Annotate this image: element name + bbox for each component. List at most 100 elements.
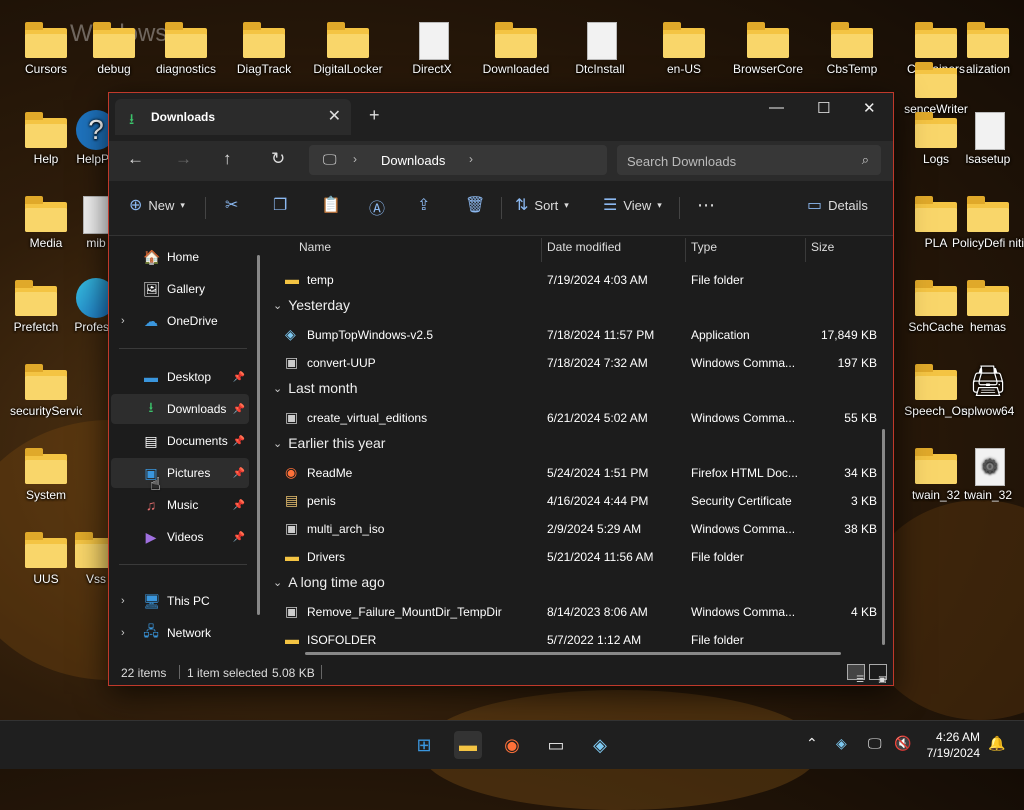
column-header-name[interactable]: Name	[299, 240, 331, 264]
pin-icon[interactable]: 📌	[233, 532, 245, 543]
nav-item-onedrive[interactable]: › ☁ OneDrive	[111, 306, 249, 336]
address-bar[interactable]: 🖵 › Downloads ›	[309, 145, 607, 175]
minimize-button[interactable]: —	[769, 99, 784, 116]
file-row[interactable]: ◈ BumpTopWindows-v2.5 7/18/2024 11:57 PM…	[277, 321, 877, 349]
nav-item-music[interactable]: ♫ Music 📌	[111, 490, 249, 520]
taskbar-file-explorer[interactable]: ▬	[454, 731, 482, 759]
nav-item-documents[interactable]: ▤ Documents 📌	[111, 426, 249, 456]
desktop-icon-folder[interactable]: BrowserCore	[732, 20, 804, 76]
file-row[interactable]: ▬ ISOFOLDER 5/7/2022 1:12 AM File folder	[277, 626, 877, 654]
pin-icon[interactable]: 📌	[233, 468, 245, 479]
file-list-horizontal-scrollbar[interactable]	[305, 652, 841, 655]
file-row[interactable]: ▣ convert-UUP 7/18/2024 7:32 AM Windows …	[277, 349, 877, 377]
file-list-vertical-scrollbar[interactable]	[882, 429, 885, 645]
pin-icon[interactable]: 📌	[233, 436, 245, 447]
nav-item-this-pc[interactable]: › 🖥 This PC	[111, 586, 249, 616]
desktop-icon-folder[interactable]: System	[10, 446, 82, 502]
close-tab-icon[interactable]: ✕	[328, 106, 341, 126]
file-row[interactable]: ▣ create_virtual_editions 6/21/2024 5:02…	[277, 404, 877, 432]
nav-item-gallery[interactable]: 🖼 Gallery	[111, 274, 249, 304]
column-header-type[interactable]: Type	[691, 240, 717, 264]
desktop-icon-folder[interactable]: Downloaded	[480, 20, 552, 76]
details-button[interactable]: ▭ Details	[807, 195, 868, 215]
pin-icon[interactable]: 📌	[233, 500, 245, 511]
file-row[interactable]: ▣ Remove_Failure_MountDir_TempDir 8/14/2…	[277, 598, 877, 626]
pin-icon[interactable]: 📌	[233, 372, 245, 383]
taskbar-terminal[interactable]: ▭	[542, 731, 570, 759]
group-header-last-month[interactable]: ⌄ Last month	[273, 375, 357, 401]
copy-button[interactable]: ❐	[273, 195, 287, 215]
file-row[interactable]: ▬ Drivers 5/21/2024 11:56 AM File folder	[277, 543, 877, 571]
new-tab-button[interactable]: +	[369, 105, 380, 126]
desktop-icon-folder[interactable]: diagnostics	[150, 20, 222, 76]
pin-icon[interactable]: 📌	[233, 404, 245, 415]
close-window-button[interactable]: ✕	[863, 99, 876, 117]
desktop-icon-folder[interactable]: en-US	[648, 20, 720, 76]
new-button[interactable]: ⊕ New ▾	[129, 195, 185, 215]
group-header-long-time-ago[interactable]: ⌄ A long time ago	[273, 569, 385, 595]
forward-button[interactable]: →	[175, 149, 192, 169]
bumptop-tray-icon[interactable]: ◈	[836, 735, 847, 752]
chevron-right-icon[interactable]: ›	[121, 315, 125, 327]
desktop-icon-folder[interactable]: CbsTemp	[816, 20, 888, 76]
desktop-icon-file[interactable]: DtcInstall	[564, 20, 636, 76]
file-row[interactable]: ▣ multi_arch_iso 2/9/2024 5:29 AM Window…	[277, 515, 877, 543]
file-row[interactable]: ▬ temp 7/19/2024 4:03 AM File folder	[277, 266, 877, 294]
chevron-right-icon[interactable]: ›	[353, 152, 357, 166]
search-input[interactable]	[625, 150, 849, 172]
file-row[interactable]: ▤ penis 4/16/2024 4:44 PM Security Certi…	[277, 487, 877, 515]
taskbar-bumptop[interactable]: ◈	[586, 731, 614, 759]
details-view-toggle[interactable]: ☰	[847, 664, 865, 684]
desktop-icon-gear[interactable]: ⚙ twain_32	[952, 446, 1024, 502]
up-button[interactable]: ↑	[223, 149, 232, 169]
nav-item-home[interactable]: 🏠 Home	[111, 242, 249, 272]
more-options-button[interactable]: ⋯	[697, 195, 715, 216]
group-header-yesterday[interactable]: ⌄ Yesterday	[273, 292, 350, 318]
sort-button[interactable]: ⇅ Sort ▾	[515, 195, 569, 215]
breadcrumb-downloads[interactable]: Downloads	[381, 153, 445, 168]
desktop-icon-folder[interactable]: PolicyDefi nitions	[952, 194, 1024, 250]
desktop-icon-folder[interactable]: DiagTrack	[228, 20, 300, 76]
start-button[interactable]: ⊞	[410, 731, 438, 759]
column-header-size[interactable]: Size	[811, 240, 834, 264]
delete-button[interactable]: 🗑	[465, 195, 485, 215]
share-button[interactable]: ⇪	[417, 195, 430, 215]
nav-pane-scrollbar[interactable]	[257, 255, 260, 615]
clock[interactable]: 4:26 AM 7/19/2024	[927, 729, 980, 761]
desktop-icon-folder[interactable]: securityService	[10, 362, 82, 418]
nav-item-videos[interactable]: ▶ Videos 📌	[111, 522, 249, 552]
network-icon[interactable]: 🖵	[868, 735, 882, 752]
desktop-icon-printer[interactable]: 🖨 splwow64	[952, 362, 1024, 418]
desktop-icon-folder[interactable]: hemas	[952, 278, 1024, 334]
rename-button[interactable]: Ⓐ	[369, 195, 385, 219]
column-header-date[interactable]: Date modified	[547, 240, 621, 264]
desktop-icon-folder[interactable]: debug	[78, 20, 150, 76]
desktop-icon-folder[interactable]: Cursors	[10, 20, 82, 76]
search-box[interactable]: ⌕	[617, 145, 881, 175]
group-header-earlier-this-year[interactable]: ⌄ Earlier this year	[273, 430, 385, 456]
back-button[interactable]: ←	[127, 149, 144, 169]
tiles-view-toggle[interactable]: ▣	[869, 664, 887, 684]
chevron-up-icon[interactable]: ⌃	[806, 735, 818, 752]
file-row[interactable]: ◉ ReadMe 5/24/2024 1:51 PM Firefox HTML …	[277, 459, 877, 487]
paste-button[interactable]: 📋	[321, 195, 341, 215]
chevron-right-icon[interactable]: ›	[469, 152, 473, 166]
chevron-right-icon[interactable]: ›	[121, 627, 125, 639]
desktop-icon-file[interactable]: lsasetup	[952, 110, 1024, 166]
nav-item-pictures[interactable]: ▣ Pictures 📌	[111, 458, 249, 488]
refresh-button[interactable]: ↻	[271, 149, 285, 169]
nav-item-network[interactable]: › 🖧 Network	[111, 618, 249, 648]
maximize-button[interactable]: ☐	[817, 99, 830, 117]
desktop-icon-file[interactable]: DirectX	[396, 20, 468, 76]
view-button[interactable]: ☰ View ▾	[603, 195, 662, 215]
nav-item-desktop[interactable]: ▬ Desktop 📌	[111, 362, 249, 392]
desktop-icon-folder[interactable]: senceWriter	[900, 60, 972, 116]
desktop-icon-folder[interactable]: DigitalLocker	[312, 20, 384, 76]
cut-button[interactable]: ✂	[225, 195, 238, 215]
nav-item-downloads[interactable]: ⭳ Downloads 📌	[111, 394, 249, 424]
notification-bell-icon[interactable]: 🔔	[988, 735, 1005, 752]
taskbar-firefox[interactable]: ◉	[498, 731, 526, 759]
volume-muted-icon[interactable]: 🔇	[894, 735, 911, 752]
title-bar[interactable]: ⭳ Downloads ✕ + — ☐ ✕	[109, 93, 893, 141]
tab-downloads[interactable]: ⭳ Downloads ✕	[115, 99, 351, 135]
